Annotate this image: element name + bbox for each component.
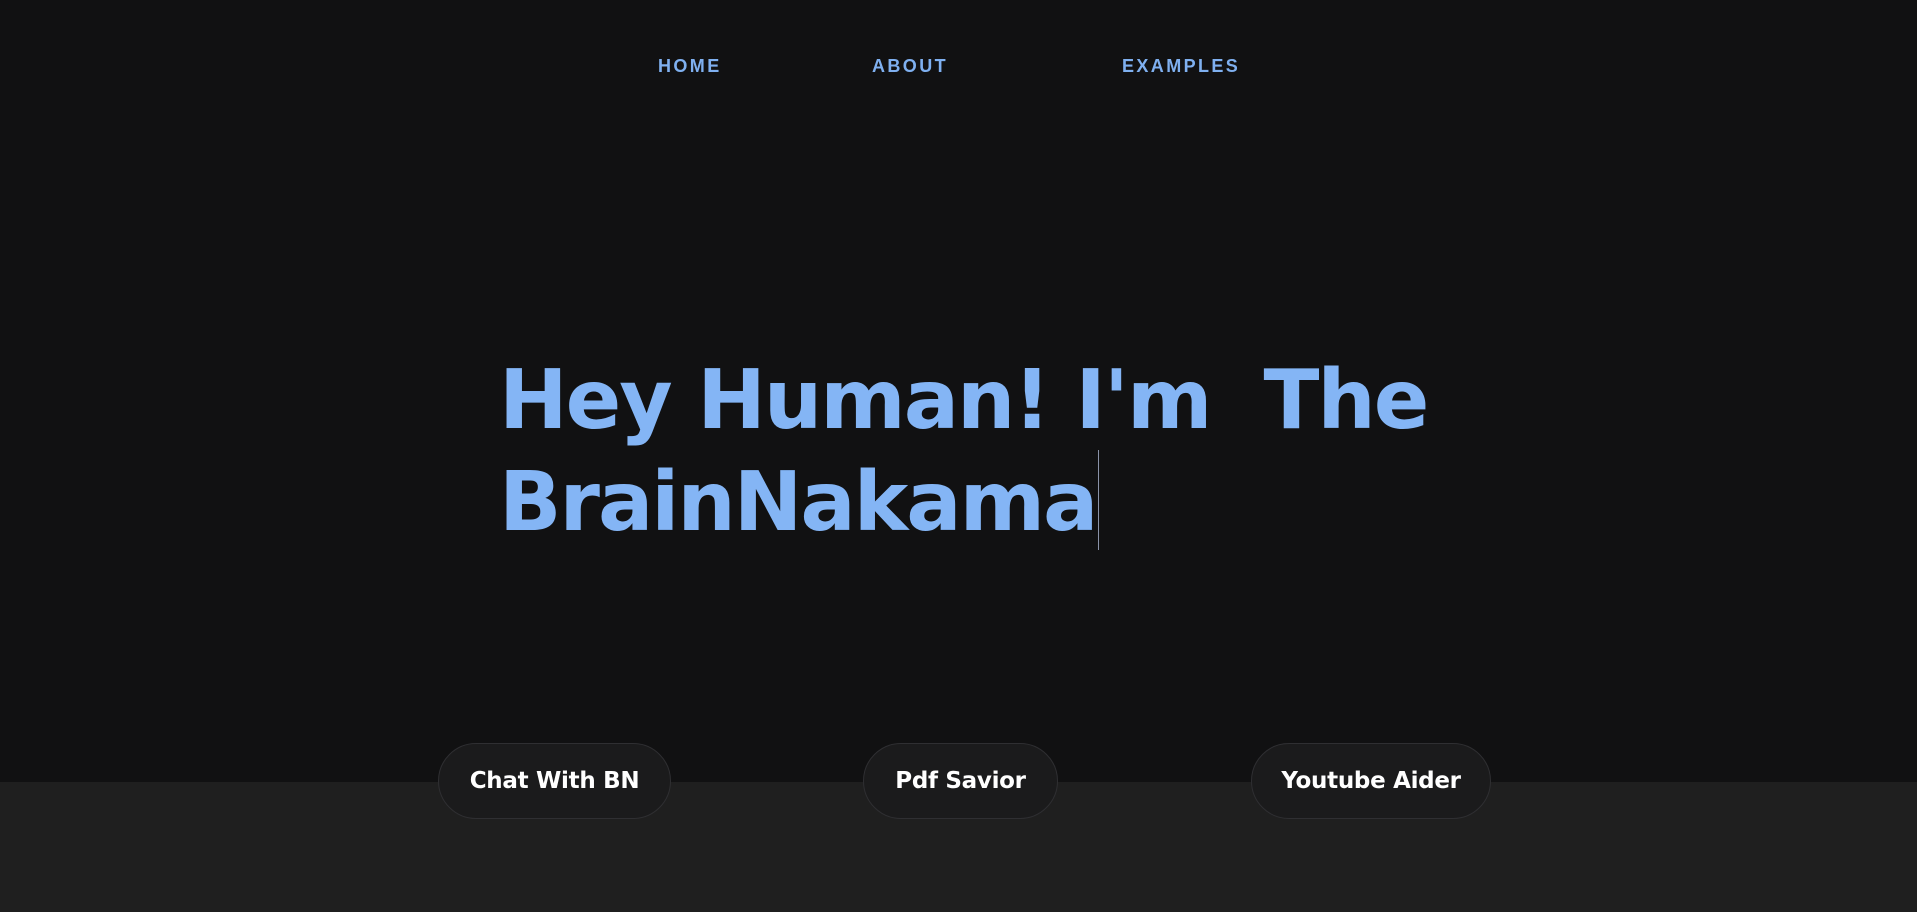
page: HOME ABOUT EXAMPLES Hey Human! I'm The B… [0, 0, 1917, 912]
youtube-aider-label: Youtube Aider [1281, 768, 1461, 794]
hero-line-1: Hey Human! I'm The [499, 353, 1429, 448]
nav-examples-link[interactable]: EXAMPLES [1122, 56, 1240, 77]
nav-home-link[interactable]: HOME [658, 56, 722, 77]
chat-with-bn-button[interactable]: Chat With BN [438, 743, 671, 819]
pdf-savior-button[interactable]: Pdf Savior [863, 743, 1058, 819]
typing-caret [1098, 450, 1100, 550]
nav-about-link[interactable]: ABOUT [872, 56, 948, 77]
hero-line-2: BrainNakama [499, 455, 1098, 550]
chat-with-bn-label: Chat With BN [469, 768, 640, 794]
youtube-aider-button[interactable]: Youtube Aider [1251, 743, 1491, 819]
pdf-savior-label: Pdf Savior [895, 768, 1026, 794]
hero-heading: Hey Human! I'm The BrainNakama [499, 352, 1429, 552]
